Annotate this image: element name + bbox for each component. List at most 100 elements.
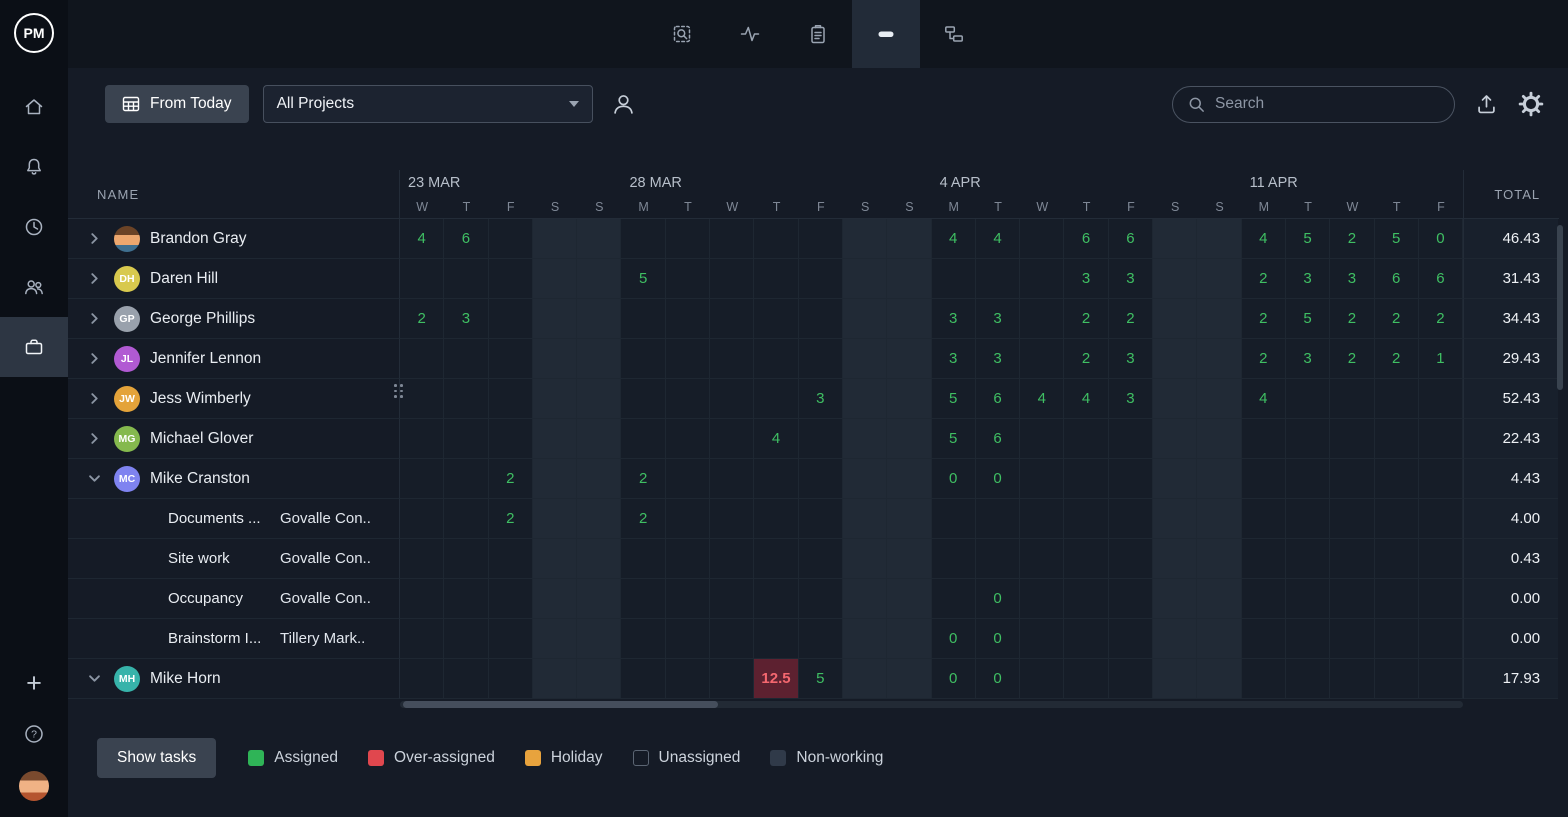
horizontal-scrollbar-thumb[interactable]	[403, 701, 718, 708]
row-name-cell[interactable]: DHDaren Hill	[68, 259, 400, 299]
workload-cell[interactable]: 4	[1242, 219, 1286, 259]
workload-cell[interactable]	[843, 459, 887, 499]
workload-cell[interactable]	[1242, 539, 1286, 579]
workload-cell[interactable]	[1330, 619, 1374, 659]
workload-cell[interactable]	[710, 579, 754, 619]
workload-cell[interactable]	[887, 339, 931, 379]
workload-cell[interactable]	[799, 219, 843, 259]
workload-cell[interactable]	[1419, 499, 1463, 539]
workload-cell[interactable]	[843, 499, 887, 539]
workload-cell[interactable]	[533, 659, 577, 699]
workload-cell[interactable]	[1242, 659, 1286, 699]
workload-cell[interactable]	[1330, 579, 1374, 619]
row-name-cell[interactable]: MCMike Cranston	[68, 459, 400, 499]
workload-cell[interactable]	[621, 619, 665, 659]
workload-cell[interactable]	[666, 419, 710, 459]
workload-cell[interactable]	[577, 419, 621, 459]
workload-cell[interactable]	[1064, 499, 1108, 539]
workload-cell[interactable]: 0	[932, 659, 976, 699]
tab-workload[interactable]	[852, 0, 920, 68]
workload-cell[interactable]	[1419, 579, 1463, 619]
workload-cell[interactable]	[533, 419, 577, 459]
workload-cell[interactable]	[1197, 259, 1241, 299]
row-name-cell[interactable]: Brandon Gray	[68, 219, 400, 259]
workload-cell[interactable]	[1375, 539, 1419, 579]
from-today-button[interactable]: From Today	[105, 85, 249, 123]
workload-cell[interactable]	[489, 659, 533, 699]
workload-cell[interactable]	[1153, 379, 1197, 419]
column-resize-handle[interactable]	[394, 380, 403, 402]
workload-cell[interactable]	[710, 419, 754, 459]
workload-cell[interactable]	[1020, 259, 1064, 299]
workload-cell[interactable]	[1419, 419, 1463, 459]
workload-cell[interactable]	[577, 579, 621, 619]
task-row[interactable]: Documents ...Govalle Con..224.00	[68, 499, 1559, 539]
workload-cell[interactable]	[1286, 459, 1330, 499]
workload-cell[interactable]: 0	[1419, 219, 1463, 259]
row-name-cell[interactable]: MHMike Horn	[68, 659, 400, 699]
workload-cell[interactable]	[710, 659, 754, 699]
workload-cell[interactable]	[799, 299, 843, 339]
workload-cell[interactable]	[577, 659, 621, 699]
workload-cell[interactable]	[1419, 539, 1463, 579]
chevron-right-icon[interactable]	[84, 313, 104, 324]
workload-cell[interactable]	[1330, 539, 1374, 579]
workload-cell[interactable]: 3	[932, 339, 976, 379]
user-avatar[interactable]	[19, 771, 49, 801]
workload-cell[interactable]	[444, 419, 488, 459]
row-name-cell[interactable]: GPGeorge Phillips	[68, 299, 400, 339]
workload-cell[interactable]: 1	[1419, 339, 1463, 379]
workload-cell[interactable]	[1330, 459, 1374, 499]
workload-cell[interactable]	[1020, 299, 1064, 339]
workload-cell[interactable]	[710, 339, 754, 379]
workload-cell[interactable]	[887, 659, 931, 699]
workload-cell[interactable]	[1419, 379, 1463, 419]
workload-cell[interactable]	[1375, 499, 1419, 539]
workload-cell[interactable]	[533, 379, 577, 419]
sidebar-item-work[interactable]	[0, 317, 68, 377]
workload-cell[interactable]: 4	[976, 219, 1020, 259]
workload-cell[interactable]	[577, 379, 621, 419]
workload-cell[interactable]	[1109, 459, 1153, 499]
workload-cell[interactable]	[533, 539, 577, 579]
workload-cell[interactable]	[621, 419, 665, 459]
person-row[interactable]: DHDaren Hill5332336631.43	[68, 259, 1559, 299]
tab-board[interactable]	[920, 0, 988, 68]
task-row[interactable]: Brainstorm I...Tillery Mark..000.00	[68, 619, 1559, 659]
workload-cell[interactable]	[887, 379, 931, 419]
workload-cell[interactable]: 4	[1020, 379, 1064, 419]
workload-cell[interactable]	[843, 619, 887, 659]
workload-cell[interactable]	[577, 619, 621, 659]
row-name-cell[interactable]: OccupancyGovalle Con..	[68, 579, 400, 619]
workload-cell[interactable]	[621, 579, 665, 619]
workload-cell[interactable]	[533, 619, 577, 659]
workload-cell[interactable]	[489, 619, 533, 659]
workload-cell[interactable]	[666, 619, 710, 659]
workload-cell[interactable]	[1197, 659, 1241, 699]
workload-cell[interactable]	[1109, 499, 1153, 539]
workload-cell[interactable]: 3	[976, 339, 1020, 379]
workload-cell[interactable]: 3	[976, 299, 1020, 339]
person-row[interactable]: MCMike Cranston22004.43	[68, 459, 1559, 499]
workload-cell[interactable]	[887, 539, 931, 579]
workload-cell[interactable]	[1153, 299, 1197, 339]
chevron-right-icon[interactable]	[84, 393, 104, 404]
workload-cell[interactable]	[710, 299, 754, 339]
workload-cell[interactable]	[1153, 459, 1197, 499]
chevron-down-icon[interactable]	[84, 473, 104, 484]
workload-cell[interactable]	[1197, 419, 1241, 459]
workload-cell[interactable]: 0	[976, 579, 1020, 619]
workload-cell[interactable]	[444, 499, 488, 539]
workload-cell[interactable]	[843, 299, 887, 339]
row-name-cell[interactable]: Site workGovalle Con..	[68, 539, 400, 579]
workload-cell[interactable]	[666, 379, 710, 419]
projects-dropdown[interactable]: All Projects	[263, 85, 593, 123]
workload-cell[interactable]	[887, 219, 931, 259]
workload-cell[interactable]	[754, 299, 798, 339]
row-name-cell[interactable]: Documents ...Govalle Con..	[68, 499, 400, 539]
workload-cell[interactable]: 4	[400, 219, 444, 259]
workload-cell[interactable]	[1197, 579, 1241, 619]
workload-cell[interactable]	[489, 339, 533, 379]
help-icon[interactable]: ?	[23, 723, 45, 745]
sidebar-item-notifications[interactable]	[0, 137, 68, 197]
